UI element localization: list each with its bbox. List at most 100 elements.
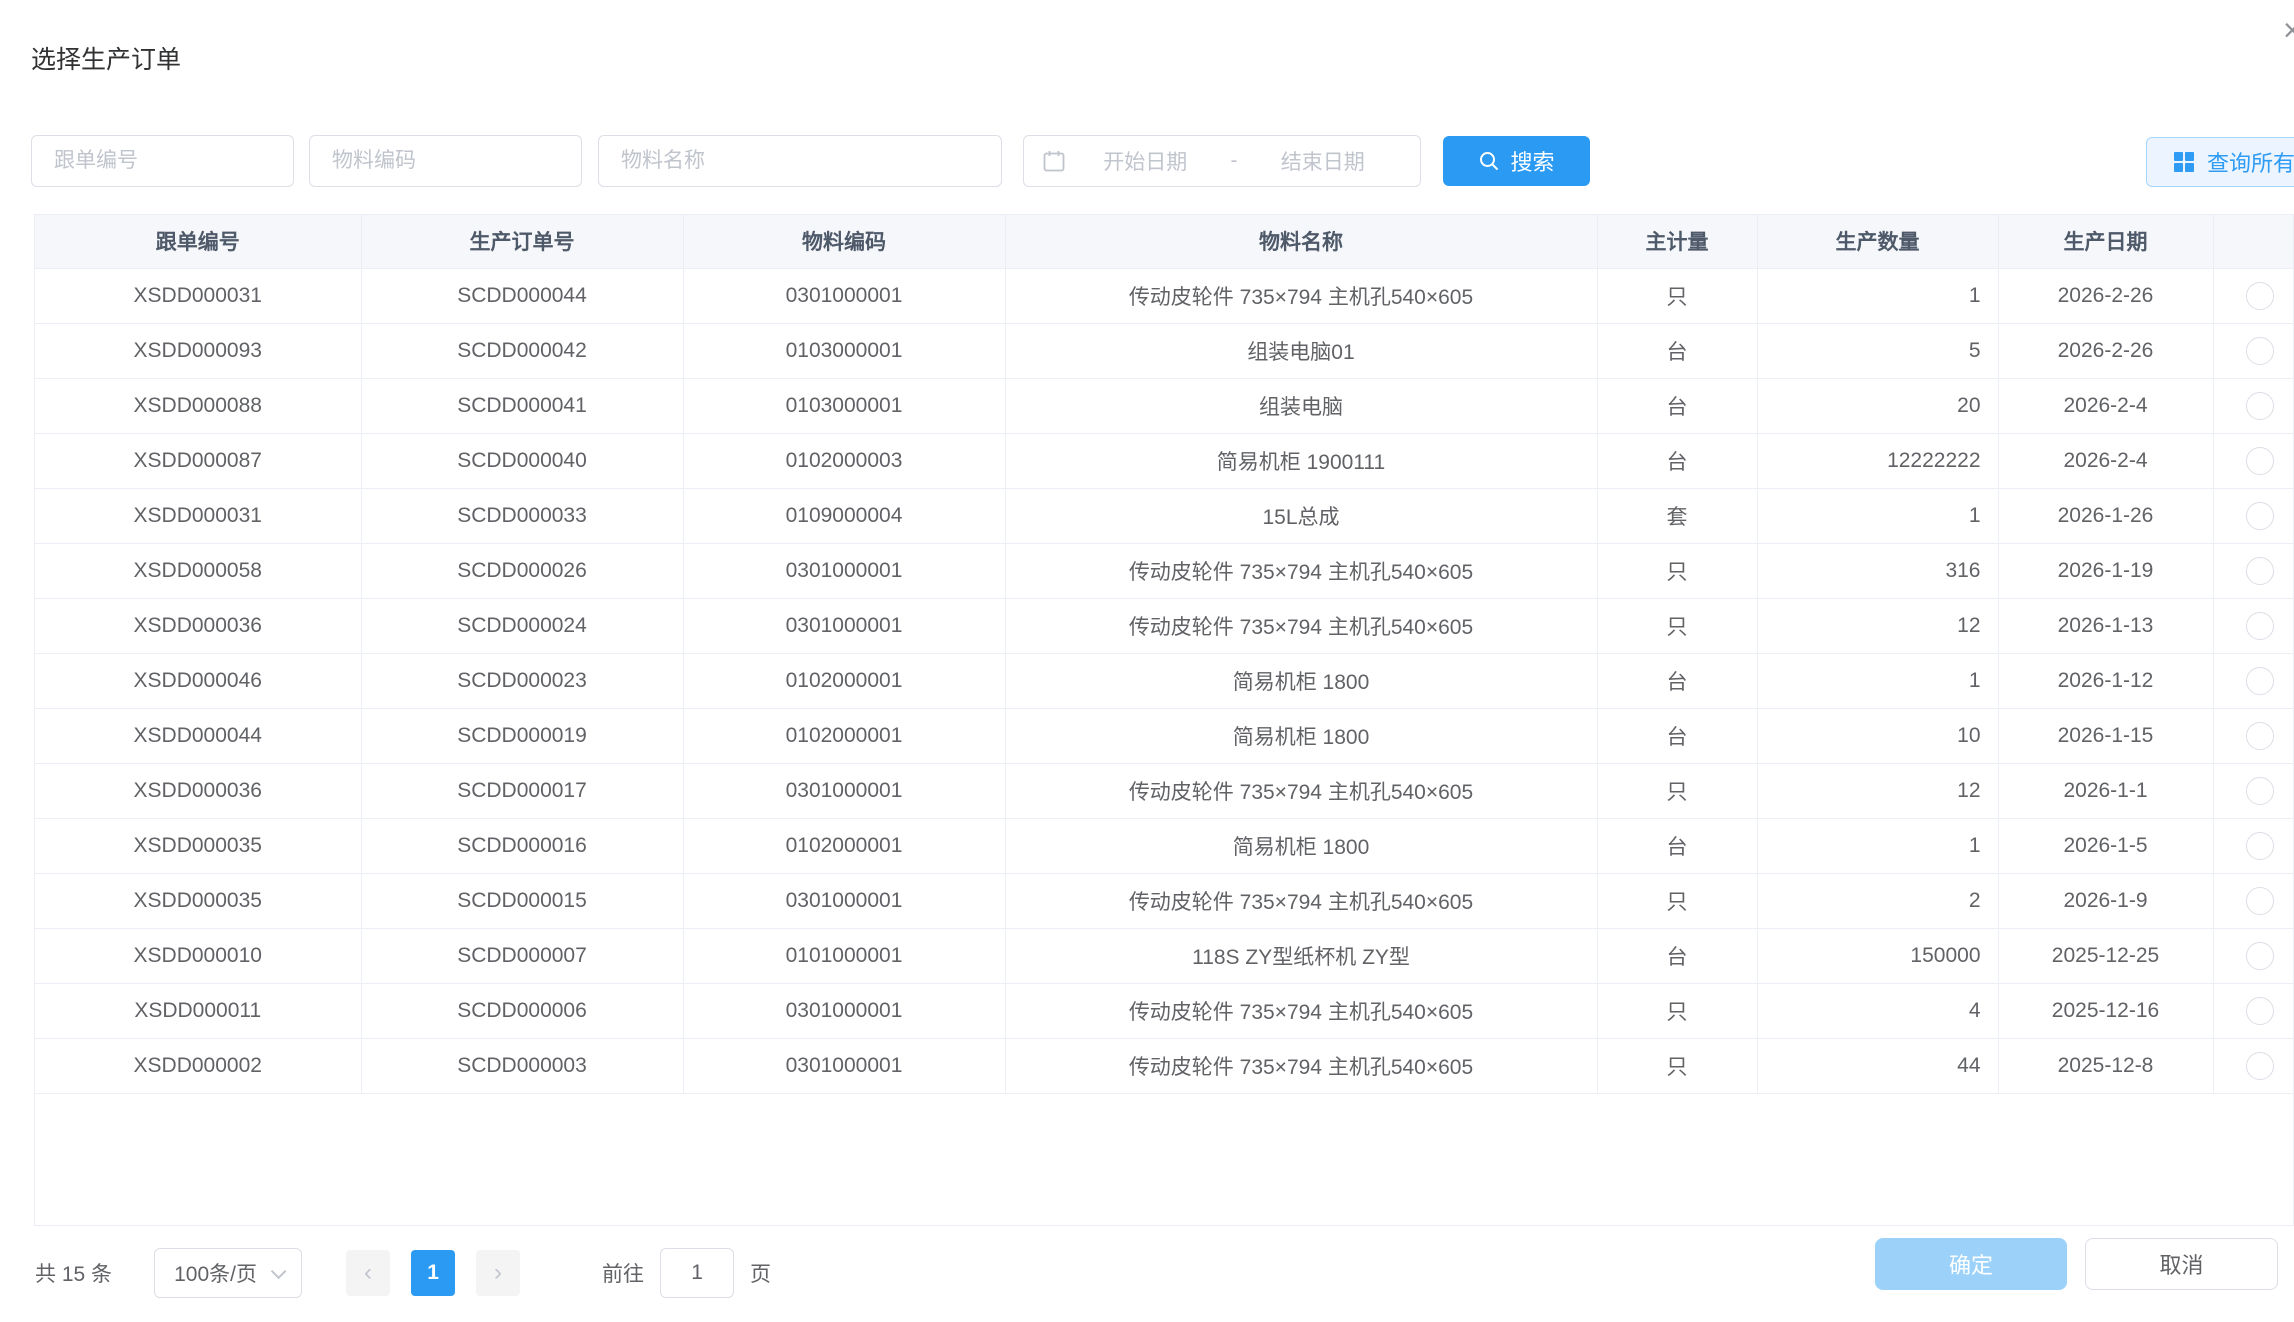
row-radio[interactable] [2246,447,2274,475]
table-row[interactable]: XSDD000002SCDD0000030301000001传动皮轮件 735×… [35,1038,2294,1093]
cell-follow_no: XSDD000088 [35,378,361,433]
cell-unit: 只 [1597,598,1757,653]
cell-select [2213,763,2294,818]
cell-unit: 台 [1597,653,1757,708]
row-radio[interactable] [2246,667,2274,695]
material-name-input[interactable] [598,135,1002,187]
cell-unit: 只 [1597,873,1757,928]
cell-unit: 台 [1597,378,1757,433]
cell-follow_no: XSDD000093 [35,323,361,378]
row-radio[interactable] [2246,392,2274,420]
search-icon [1478,150,1500,172]
cell-order_no: SCDD000015 [361,873,683,928]
table-row[interactable]: XSDD000046SCDD0000230102000001简易机柜 1800台… [35,653,2294,708]
cell-date: 2026-1-1 [1998,763,2213,818]
table-row[interactable]: XSDD000031SCDD0000440301000001传动皮轮件 735×… [35,268,2294,323]
cell-quantity: 150000 [1757,928,1998,983]
cell-date: 2026-2-26 [1998,323,2213,378]
row-radio[interactable] [2246,997,2274,1025]
cell-quantity: 1 [1757,653,1998,708]
cell-order_no: SCDD000042 [361,323,683,378]
cell-material_name: 简易机柜 1900111 [1005,433,1597,488]
grid-icon [2173,151,2195,173]
table-row[interactable]: XSDD000093SCDD0000420103000001组装电脑01台520… [35,323,2294,378]
row-radio[interactable] [2246,722,2274,750]
cell-unit: 台 [1597,323,1757,378]
cell-order_no: SCDD000019 [361,708,683,763]
query-all-button[interactable]: 查询所有 [2146,137,2294,187]
cell-order_no: SCDD000003 [361,1038,683,1093]
cell-select [2213,653,2294,708]
cell-date: 2026-1-15 [1998,708,2213,763]
close-icon[interactable]: × [2283,14,2294,46]
cell-order_no: SCDD000024 [361,598,683,653]
cell-material_name: 传动皮轮件 735×794 主机孔540×605 [1005,543,1597,598]
column-header-select [2213,215,2294,268]
orders-table: 跟单编号生产订单号物料编码物料名称主计量生产数量生产日期 XSDD000031S… [34,214,2294,1226]
cell-select [2213,268,2294,323]
row-radio[interactable] [2246,337,2274,365]
date-range-picker[interactable]: 开始日期 - 结束日期 [1023,135,1421,187]
row-radio[interactable] [2246,612,2274,640]
date-start-placeholder[interactable]: 开始日期 [1066,146,1225,176]
table-row[interactable]: XSDD000044SCDD0000190102000001简易机柜 1800台… [35,708,2294,763]
table-row[interactable]: XSDD000035SCDD0000150301000001传动皮轮件 735×… [35,873,2294,928]
table-row[interactable]: XSDD000031SCDD000033010900000415L总成套1202… [35,488,2294,543]
cell-order_no: SCDD000026 [361,543,683,598]
table-row[interactable]: XSDD000011SCDD0000060301000001传动皮轮件 735×… [35,983,2294,1038]
table-row[interactable]: XSDD000088SCDD0000410103000001组装电脑台20202… [35,378,2294,433]
pagination-bar: 共 15 条 100条/页 ‹ 1 › 前往 页 [35,1247,771,1299]
cell-order_no: SCDD000023 [361,653,683,708]
page-size-select[interactable]: 100条/页 [154,1248,302,1298]
row-radio[interactable] [2246,557,2274,585]
cell-material_code: 0301000001 [683,983,1005,1038]
cell-follow_no: XSDD000058 [35,543,361,598]
row-radio[interactable] [2246,887,2274,915]
cell-date: 2026-1-26 [1998,488,2213,543]
table-row[interactable]: XSDD000036SCDD0000240301000001传动皮轮件 735×… [35,598,2294,653]
cell-select [2213,598,2294,653]
cell-material_code: 0301000001 [683,1038,1005,1093]
row-radio[interactable] [2246,282,2274,310]
table-row[interactable]: XSDD000035SCDD0000160102000001简易机柜 1800台… [35,818,2294,873]
table-row[interactable]: XSDD000010SCDD0000070101000001118S ZY型纸杯… [35,928,2294,983]
row-radio[interactable] [2246,942,2274,970]
search-button[interactable]: 搜索 [1443,136,1590,186]
follow-no-input[interactable] [31,135,294,187]
row-radio[interactable] [2246,502,2274,530]
table-row[interactable]: XSDD000058SCDD0000260301000001传动皮轮件 735×… [35,543,2294,598]
row-radio[interactable] [2246,832,2274,860]
cell-unit: 套 [1597,488,1757,543]
column-header-date: 生产日期 [1998,215,2213,268]
cell-quantity: 316 [1757,543,1998,598]
table-row[interactable]: XSDD000036SCDD0000170301000001传动皮轮件 735×… [35,763,2294,818]
column-header-order_no: 生产订单号 [361,215,683,268]
cell-material_name: 简易机柜 1800 [1005,653,1597,708]
prev-page-button[interactable]: ‹ [346,1250,390,1296]
goto-page-input[interactable] [660,1248,734,1298]
cell-quantity: 10 [1757,708,1998,763]
cell-select [2213,433,2294,488]
cell-select [2213,543,2294,598]
dialog-title: 选择生产订单 [31,40,181,76]
column-header-follow_no: 跟单编号 [35,215,361,268]
row-radio[interactable] [2246,1052,2274,1080]
row-radio[interactable] [2246,777,2274,805]
cell-material_name: 组装电脑01 [1005,323,1597,378]
cell-unit: 只 [1597,763,1757,818]
cell-select [2213,873,2294,928]
cell-material_name: 传动皮轮件 735×794 主机孔540×605 [1005,763,1597,818]
current-page-button[interactable]: 1 [411,1250,455,1296]
cell-quantity: 2 [1757,873,1998,928]
material-code-input[interactable] [309,135,582,187]
chevron-down-icon [271,1263,287,1279]
date-end-placeholder[interactable]: 结束日期 [1244,146,1403,176]
confirm-button[interactable]: 确定 [1875,1238,2067,1290]
cell-date: 2026-2-4 [1998,378,2213,433]
cell-select [2213,378,2294,433]
table-row[interactable]: XSDD000087SCDD0000400102000003简易机柜 19001… [35,433,2294,488]
cancel-button[interactable]: 取消 [2085,1238,2278,1290]
cell-select [2213,983,2294,1038]
next-page-button[interactable]: › [476,1250,520,1296]
cell-order_no: SCDD000017 [361,763,683,818]
